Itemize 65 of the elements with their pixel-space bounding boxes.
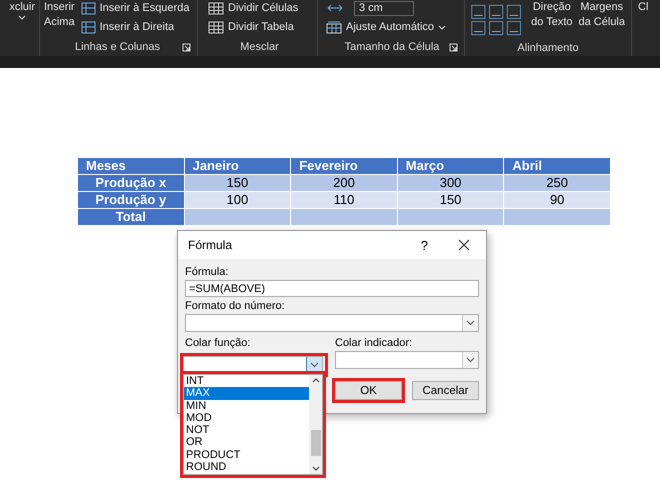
function-option[interactable]: PRODUCT (184, 448, 309, 462)
chevron-icon (466, 320, 475, 326)
autofit-button[interactable]: Ajuste Automático (326, 19, 446, 35)
group-label: Mesclar (240, 41, 279, 53)
group-label: Alinhamento (517, 42, 579, 54)
field-label: Fórmula: (185, 265, 230, 280)
insert-column-button[interactable]: Inserir à Esquerda (80, 0, 190, 16)
delete-button[interactable]: xcluir (9, 0, 35, 20)
split-button[interactable]: Dividir Tabela (208, 19, 298, 35)
chevron-icon (466, 357, 475, 363)
table-cell: 250 (504, 174, 610, 192)
header-cell: Abril (504, 158, 610, 174)
dialog-launcher-icon[interactable] (449, 43, 458, 52)
table-autofit-icon (326, 20, 342, 34)
function-option[interactable]: MAX (184, 387, 309, 400)
delete-button[interactable]: Cl (638, 0, 648, 15)
table-cell: 100 (184, 192, 291, 208)
width-field[interactable]: 3 cm (354, 0, 414, 16)
chevron-up-icon (312, 378, 320, 383)
table-cell: 200 (290, 174, 398, 192)
header-cell: Janeiro (184, 158, 291, 174)
table-cell: 110 (290, 192, 398, 208)
split-button[interactable]: Dividir Células (208, 0, 298, 16)
row-label-cell: Total (78, 208, 184, 226)
header-cell: Março (397, 158, 504, 174)
width-arrows-icon (326, 2, 344, 14)
dialog-title: Fórmula (188, 238, 234, 252)
function-option[interactable]: OR (184, 436, 309, 449)
field-label: Formato do número: (185, 299, 286, 314)
formula-field[interactable]: =SUM(ABOVE) (185, 280, 479, 297)
function-option[interactable]: MIN (184, 400, 309, 412)
insert-above-button[interactable]: Inserir Acima (44, 0, 75, 30)
table-insert-icon (80, 20, 96, 34)
field-label: Colar indicador: (335, 336, 414, 351)
table-cell: 150 (397, 192, 504, 208)
group-label: Tamanho da Célula (344, 41, 440, 53)
table-cell: 90 (504, 192, 610, 208)
header-cell: Fevereiro (290, 158, 398, 174)
close-icon[interactable] (458, 239, 470, 251)
function-option[interactable]: ROUND (184, 461, 309, 474)
function-option[interactable]: INT (184, 375, 309, 388)
field-label: Colar função: (185, 336, 252, 351)
insert-column-button[interactable]: Inserir à Direita (80, 19, 190, 35)
caret-icon (438, 24, 446, 30)
text-option-button[interactable]: Margens da Célula (578, 0, 625, 30)
function-option[interactable]: MOD (184, 412, 309, 424)
chevron-icon (310, 362, 319, 368)
help-button[interactable]: ? (420, 238, 428, 252)
scrollbar[interactable] (309, 375, 322, 474)
table-grid-icon (208, 2, 224, 14)
row-label-cell: Produção x (78, 174, 184, 192)
dialog-button[interactable]: OK (335, 381, 402, 400)
table-cell: 300 (397, 174, 504, 192)
table-cell: 150 (184, 174, 291, 192)
group-label: Linhas e Colunas (74, 41, 160, 53)
dialog-button[interactable]: Cancelar (412, 381, 479, 400)
header-cell: Meses (78, 158, 184, 174)
row-label-cell: Produção y (78, 192, 184, 208)
table-grid-icon (208, 20, 224, 34)
function-option[interactable]: NOT (184, 424, 309, 436)
table-insert-icon (80, 2, 96, 14)
caret-icon (18, 15, 26, 20)
dialog-launcher-icon[interactable] (182, 43, 191, 52)
text-option-button[interactable]: Direção do Texto (531, 0, 573, 30)
chevron-down-icon (312, 466, 320, 471)
